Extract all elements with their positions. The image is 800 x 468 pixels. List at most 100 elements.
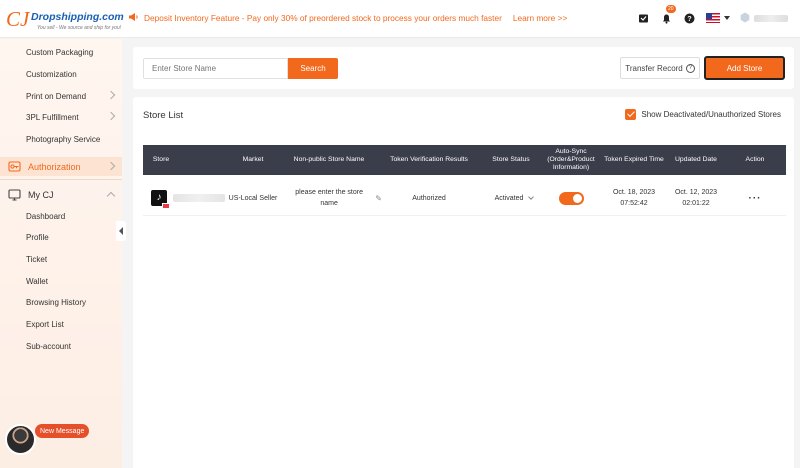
cell-updated-date: Oct. 12, 2023 02:01:22 <box>669 180 723 216</box>
store-flag-icon <box>162 203 170 209</box>
chevron-down-icon <box>724 16 730 20</box>
store-name-redacted <box>173 194 225 202</box>
updated-date: Oct. 12, 2023 <box>674 189 718 196</box>
expired-date: Oct. 18, 2023 <box>612 189 656 196</box>
more-actions-icon[interactable]: ··· <box>737 180 773 216</box>
sidebar-item-3pl-fulfillment[interactable]: 3PL Fulfillment <box>0 107 122 127</box>
sidebar-item-label: Browsing History <box>26 297 87 307</box>
logo-tagline: You sell - We source and ship for you! <box>37 25 122 31</box>
sidebar-divider <box>0 179 122 180</box>
column-header-store-name: Non-public Store Name <box>293 156 365 163</box>
add-store-button[interactable]: Add Store <box>704 56 785 80</box>
sidebar-item-label: 3PL Fulfillment <box>26 112 79 122</box>
sidebar-collapse-button[interactable] <box>116 221 126 241</box>
sidebar-item-label: Wallet <box>26 276 48 286</box>
user-name-redacted <box>754 14 788 22</box>
sidebar-item-my-cj[interactable]: My CJ <box>0 185 122 205</box>
search-button[interactable]: Search <box>288 58 338 79</box>
sidebar-item-wallet[interactable]: Wallet <box>0 271 122 291</box>
sidebar-item-customization[interactable]: Customization <box>0 64 122 84</box>
auto-sync-toggle[interactable] <box>558 191 584 205</box>
sidebar-item-export-list[interactable]: Export List <box>0 314 122 334</box>
us-flag-icon <box>706 13 720 23</box>
store-search-input[interactable] <box>143 58 288 79</box>
megaphone-icon <box>128 12 139 24</box>
logo[interactable]: CJ Dropshipping.com You sell - We source… <box>6 7 124 34</box>
column-header-auto-sync: Auto-Sync (Order&Product Information) <box>539 145 603 175</box>
transfer-record-label: Transfer Record <box>625 63 683 73</box>
sidebar-item-ticket[interactable]: Ticket <box>0 249 122 269</box>
sidebar-item-label: Custom Packaging <box>26 47 94 57</box>
user-menu[interactable] <box>740 11 790 25</box>
help-icon[interactable]: ? <box>682 11 696 25</box>
auto-sync-header-line: (Order&Product <box>547 156 595 163</box>
cell-store-name[interactable]: please enter the store name ✎ <box>286 180 382 216</box>
top-bar: CJ Dropshipping.com You sell - We source… <box>0 0 800 38</box>
checkbox-checked-icon <box>625 109 637 120</box>
chevron-up-icon <box>106 191 116 201</box>
sidebar-item-label: Authorization <box>28 161 81 172</box>
store-name-placeholder: please enter the store name <box>295 189 363 207</box>
cell-token-result: Authorized <box>412 194 446 202</box>
column-header-updated-date: Updated Date <box>675 156 717 163</box>
new-message-badge[interactable]: New Message <box>35 424 90 438</box>
user-avatar-icon <box>740 12 750 25</box>
column-header-token-expired: Token Expired Time <box>604 156 664 163</box>
tiktok-icon <box>151 190 170 209</box>
cart-icon[interactable] <box>636 11 650 25</box>
chevron-right-icon <box>106 90 116 100</box>
sidebar-item-browsing-history[interactable]: Browsing History <box>0 292 122 312</box>
sidebar-item-photography-service[interactable]: Photography Service <box>0 129 122 149</box>
sidebar-item-authorization[interactable]: Authorization <box>0 157 122 176</box>
logo-mark: CJ <box>6 7 30 31</box>
cell-auto-sync <box>539 180 603 216</box>
sidebar-item-label: Customization <box>26 69 77 79</box>
learn-more-link[interactable]: Learn more >> <box>513 13 567 23</box>
support-agent-avatar[interactable] <box>5 424 36 455</box>
auto-sync-header-line: Information) <box>552 164 590 171</box>
chevron-right-icon <box>106 111 116 121</box>
show-deactivated-checkbox[interactable]: Show Deactivated/Unauthorized Stores <box>625 109 781 120</box>
sidebar-item-label: Photography Service <box>26 134 101 144</box>
language-selector[interactable] <box>705 11 731 25</box>
show-deactivated-label: Show Deactivated/Unauthorized Stores <box>641 110 781 119</box>
transfer-record-button[interactable]: Transfer Record ? <box>620 57 700 79</box>
header-icons: 20 ? <box>636 5 790 27</box>
cell-store <box>151 180 233 216</box>
question-icon: ? <box>685 63 695 73</box>
store-status-dropdown[interactable]: Activated <box>487 180 541 216</box>
column-header-store: Store <box>152 156 170 163</box>
sidebar-item-print-on-demand[interactable]: Print on Demand <box>0 86 122 106</box>
sidebar-item-custom-packaging[interactable]: Custom Packaging <box>0 42 122 62</box>
authorization-icon <box>8 160 21 173</box>
sidebar-item-label: Print on Demand <box>26 91 87 101</box>
expired-time: 07:52:42 <box>620 200 648 207</box>
toolbar-card: Search Transfer Record ? Add Store <box>133 47 794 89</box>
sidebar-item-profile[interactable]: Profile <box>0 227 122 247</box>
notification-badge: 20 <box>666 5 676 13</box>
svg-text:?: ? <box>687 16 691 23</box>
column-header-store-status: Store Status <box>492 156 530 163</box>
auto-sync-header-line: Auto-Sync <box>555 148 587 155</box>
table-row: US-Local Seller please enter the store n… <box>143 180 786 216</box>
chevron-down-icon <box>528 193 535 200</box>
bell-icon[interactable]: 20 <box>659 5 676 25</box>
chevron-right-icon <box>106 161 116 171</box>
sidebar-item-sub-account[interactable]: Sub-account <box>0 336 122 356</box>
cell-market: US-Local Seller <box>228 194 278 202</box>
sidebar-item-label: Profile <box>26 232 49 242</box>
sidebar-item-label: Ticket <box>26 254 48 264</box>
sidebar-item-label: Sub-account <box>26 341 71 351</box>
sidebar-item-label: Export List <box>26 319 64 329</box>
sidebar: Custom Packaging Customization Print on … <box>0 39 122 468</box>
announcement-bar: Deposit Inventory Feature - Pay only 30%… <box>128 11 567 25</box>
logo-text: Dropshipping.com <box>31 11 124 23</box>
column-header-market: Market <box>242 156 264 163</box>
announcement-text: Deposit Inventory Feature - Pay only 30%… <box>144 13 502 23</box>
column-header-token-verification: Token Verification Results <box>390 156 468 163</box>
sidebar-item-dashboard[interactable]: Dashboard <box>0 206 122 226</box>
store-list-title: Store List <box>143 110 184 121</box>
store-list-card: Store List Show Deactivated/Unauthorized… <box>133 97 794 468</box>
sidebar-item-label: My CJ <box>28 190 54 200</box>
sidebar-item-label: Dashboard <box>26 211 66 221</box>
